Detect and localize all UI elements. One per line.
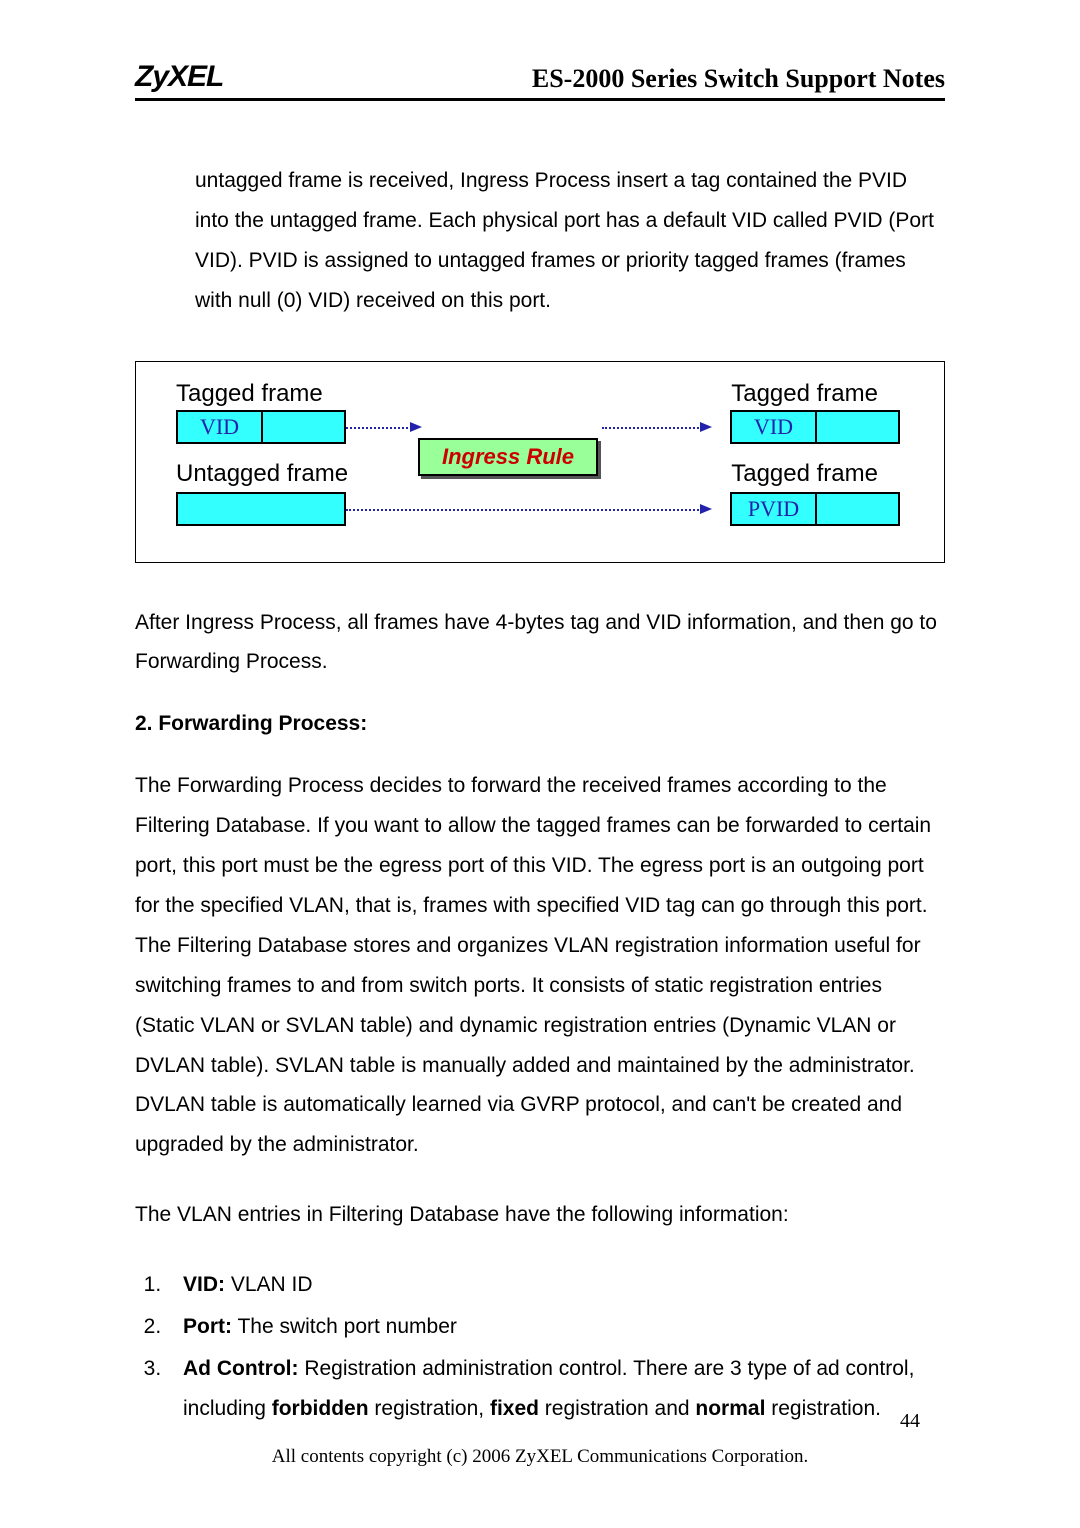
item-term: Port: <box>183 1315 232 1338</box>
untagged-frame-box <box>176 492 346 526</box>
untagged-frame-label: Untagged frame <box>176 460 348 488</box>
item-term: normal <box>695 1397 765 1420</box>
pvid-frame-box: PVID <box>730 492 900 526</box>
frame-cell <box>178 494 344 524</box>
item-text: VLAN ID <box>225 1273 313 1296</box>
arrow-line <box>602 427 702 429</box>
tagged-frame-label-right-1: Tagged frame <box>731 380 878 408</box>
vid-frame-right-1: VID <box>730 410 900 444</box>
intro-paragraph: untagged frame is received, Ingress Proc… <box>195 161 945 321</box>
vid-frame-left: VID <box>176 410 346 444</box>
arrow-head-icon <box>700 504 712 514</box>
forwarding-paragraph: The Forwarding Process decides to forwar… <box>135 766 945 1165</box>
item-text: registration. <box>765 1397 881 1420</box>
vid-cell-right-1: VID <box>732 412 817 442</box>
item-text: registration and <box>539 1397 695 1420</box>
page-header: ZyXEL ES-2000 Series Switch Support Note… <box>135 60 945 101</box>
pvid-cell: PVID <box>732 494 817 524</box>
item-term: Ad Control: <box>183 1357 298 1380</box>
after-ingress-paragraph: After Ingress Process, all frames have 4… <box>135 603 945 683</box>
tagged-frame-label-left: Tagged frame <box>176 380 323 408</box>
document-title: ES-2000 Series Switch Support Notes <box>532 64 945 94</box>
list-item: Ad Control: Registration administration … <box>167 1349 945 1429</box>
arrow-head-icon <box>700 422 712 432</box>
arrow-line <box>346 509 702 511</box>
list-item: VID: VLAN ID <box>167 1265 945 1305</box>
item-text: registration, <box>369 1397 490 1420</box>
ingress-diagram: Tagged frame Tagged frame VID VID Ingres… <box>135 361 945 563</box>
list-item: Port: The switch port number <box>167 1307 945 1347</box>
filter-db-intro: The VLAN entries in Filtering Database h… <box>135 1195 945 1235</box>
frame-cell <box>817 494 898 524</box>
logo: ZyXEL <box>135 60 223 94</box>
arrow-line <box>346 427 412 429</box>
item-text: The switch port number <box>232 1315 457 1338</box>
item-term: VID: <box>183 1273 225 1296</box>
page-number: 44 <box>900 1410 920 1433</box>
item-term: forbidden <box>272 1397 369 1420</box>
copyright-footer: All contents copyright (c) 2006 ZyXEL Co… <box>0 1446 1080 1468</box>
section-heading-forwarding: 2. Forwarding Process: <box>135 712 945 736</box>
tagged-frame-label-right-2: Tagged frame <box>731 460 878 488</box>
vlan-entries-list: VID: VLAN ID Port: The switch port numbe… <box>167 1265 945 1429</box>
item-term: fixed <box>490 1397 539 1420</box>
frame-cell <box>263 412 344 442</box>
arrow-head-icon <box>410 422 422 432</box>
vid-cell-left: VID <box>178 412 263 442</box>
ingress-rule-box: Ingress Rule <box>418 438 598 476</box>
frame-cell <box>817 412 898 442</box>
